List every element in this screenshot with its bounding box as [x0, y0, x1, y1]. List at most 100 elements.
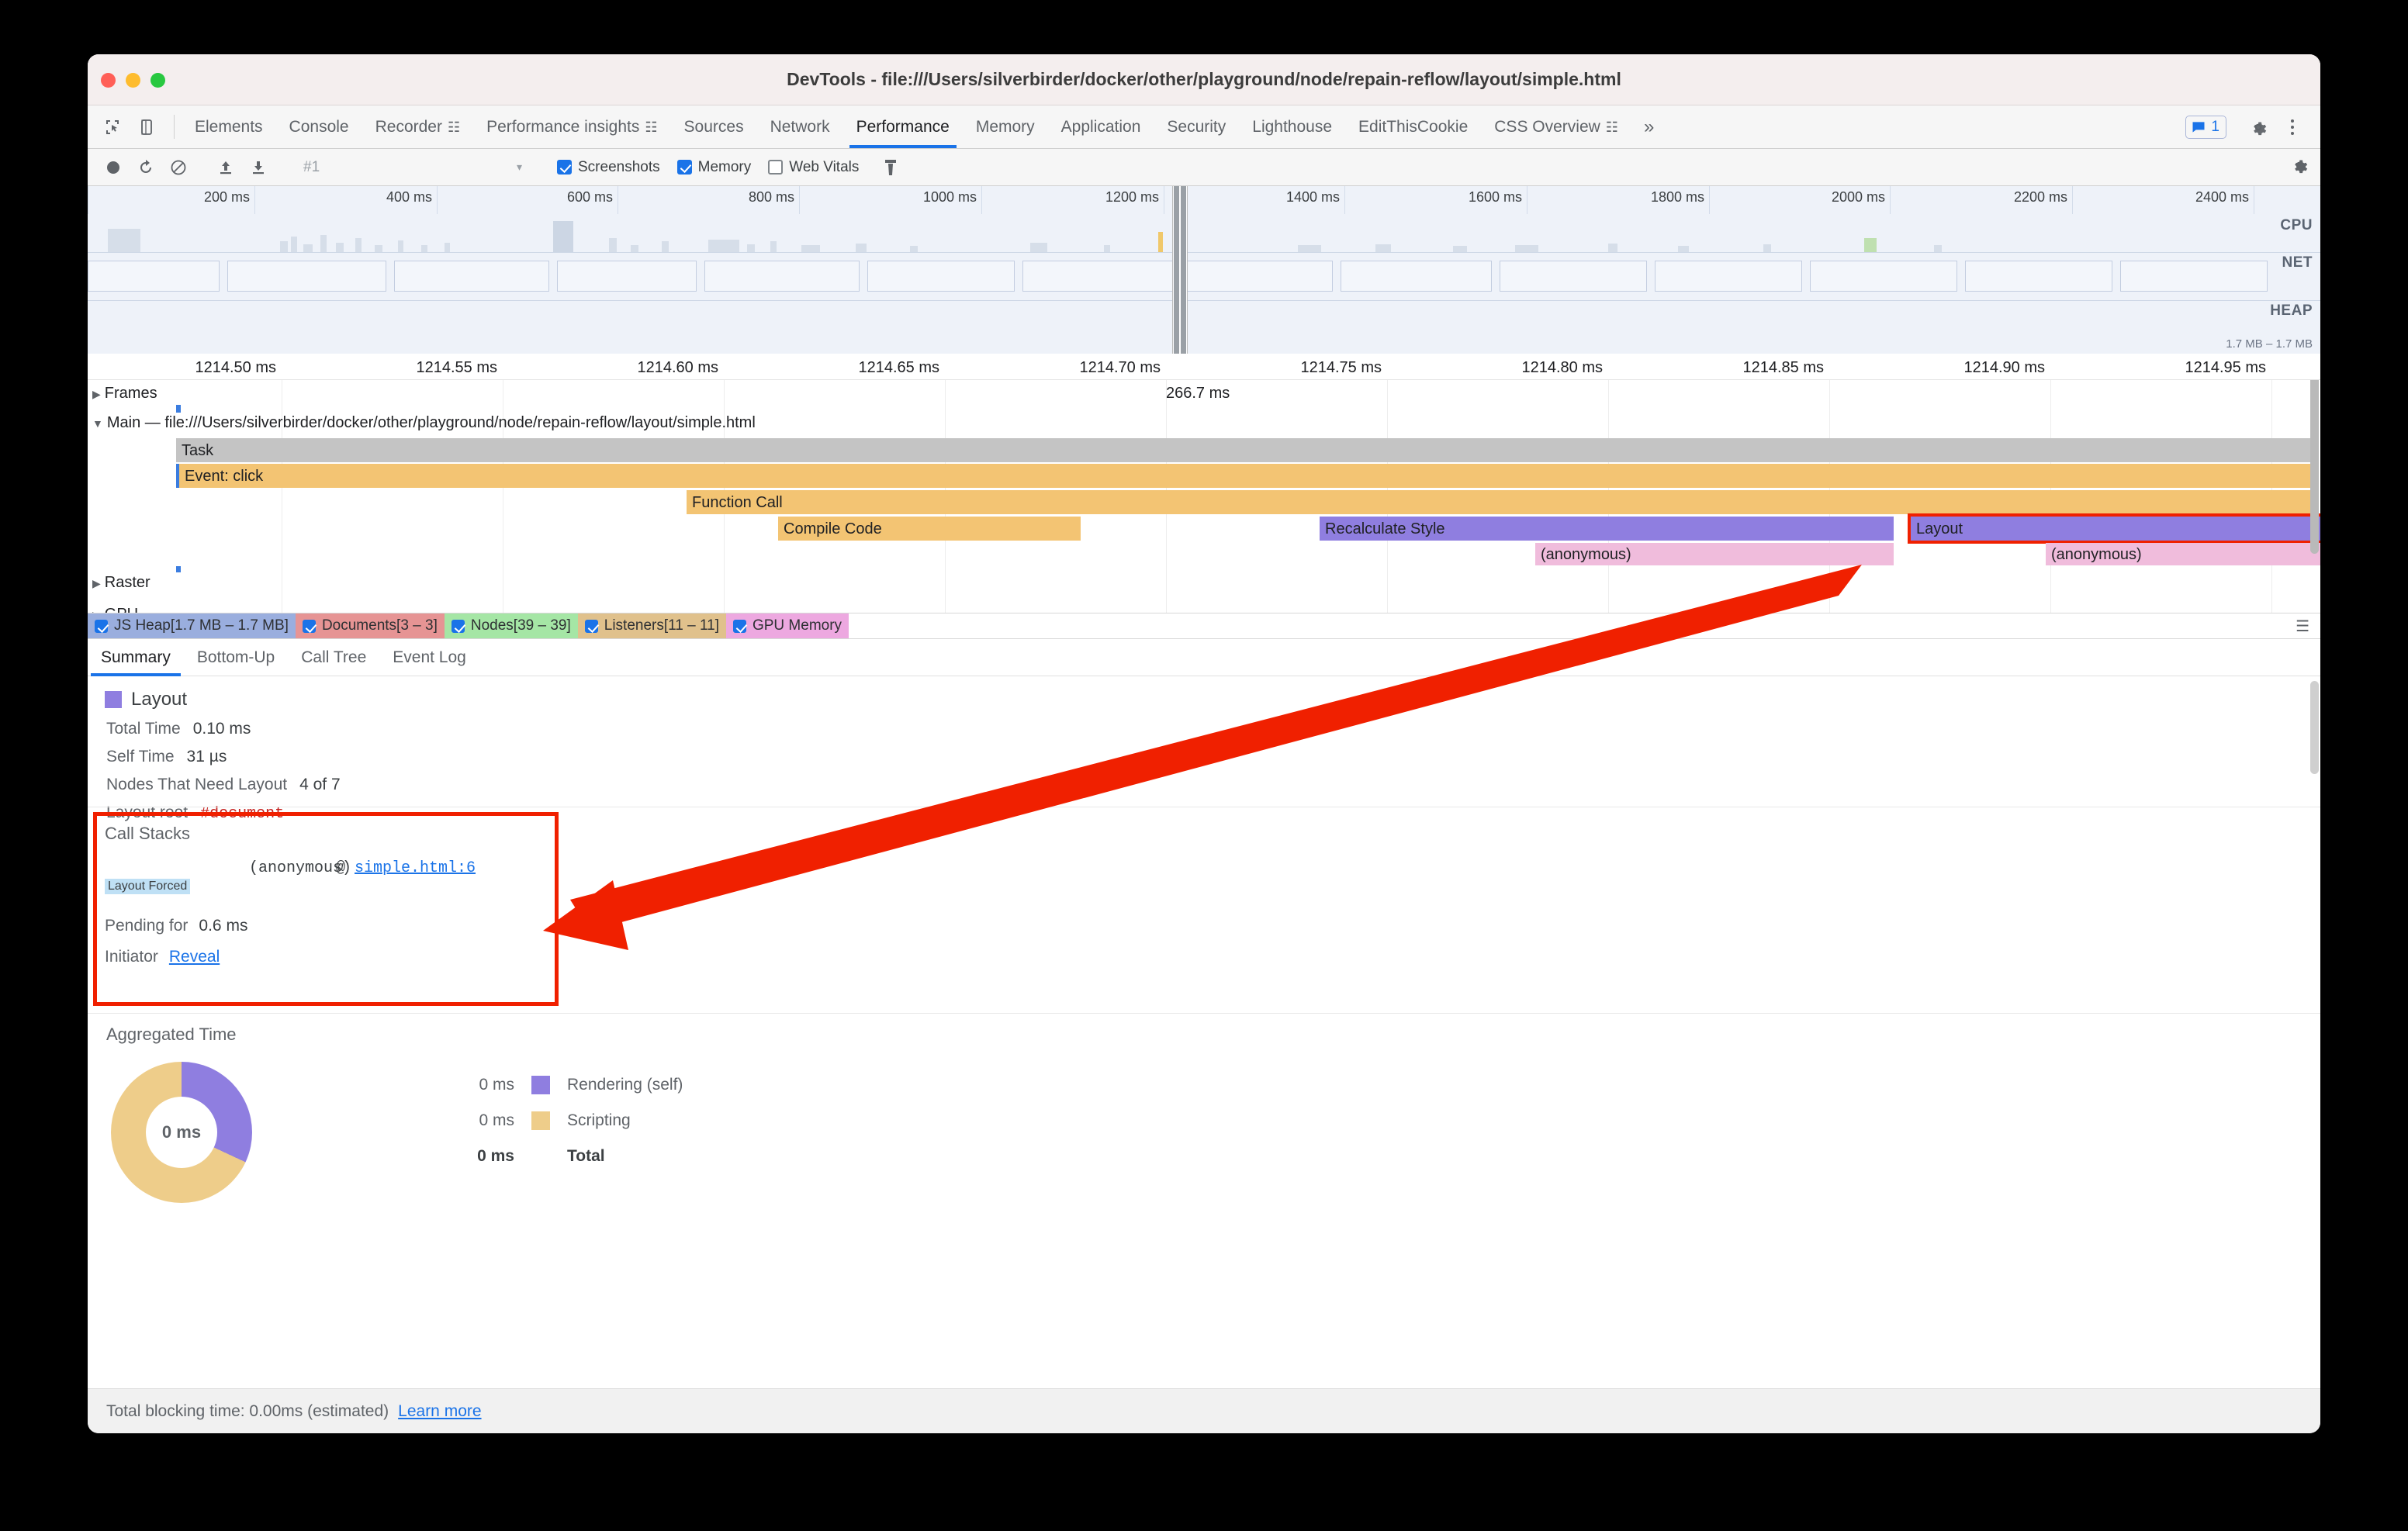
- counter-label: Listeners[11 – 11]: [604, 617, 719, 634]
- flame-bar-task[interactable]: Task: [176, 438, 2317, 462]
- tab-security[interactable]: Security: [1154, 105, 1239, 148]
- experiment-flask-icon: ☷: [447, 119, 461, 135]
- capture-options: Screenshots Memory Web Vitals: [557, 153, 905, 182]
- tab-label: Performance insights: [486, 117, 640, 136]
- tab-editthiscookie[interactable]: EditThisCookie: [1345, 105, 1481, 148]
- timeline-overview[interactable]: 200 ms 400 ms 600 ms 800 ms 1000 ms 1200…: [88, 186, 2320, 354]
- chevron-right-icon: ▶: [92, 609, 101, 613]
- tab-network[interactable]: Network: [757, 105, 843, 148]
- flame-bar-compile-code[interactable]: Compile Code: [778, 517, 1081, 541]
- device-toolbar-icon[interactable]: [133, 113, 161, 141]
- flame-bar-event-click[interactable]: Event: click: [179, 464, 2317, 488]
- more-tabs-chevron-icon[interactable]: »: [1631, 105, 1666, 148]
- tab-label: Lighthouse: [1252, 117, 1333, 136]
- legend-swatch: [531, 1076, 550, 1094]
- counter-js-heap[interactable]: JS Heap[1.7 MB – 1.7 MB]: [88, 613, 296, 638]
- trash-icon[interactable]: [876, 153, 905, 182]
- tab-console[interactable]: Console: [276, 105, 362, 148]
- layout-forced-badge: Layout Forced: [105, 879, 191, 894]
- kebab-menu-icon[interactable]: [2277, 112, 2308, 143]
- tab-css-overview[interactable]: CSS Overview ☷: [1481, 105, 1631, 148]
- flame-bar-anonymous[interactable]: (anonymous): [1535, 543, 1894, 565]
- row-key: Total Time: [106, 720, 181, 738]
- track-selection-edge: [176, 566, 181, 572]
- messages-icon: [2192, 121, 2205, 133]
- track-main[interactable]: ▼ Main — file:///Users/silverbirder/docke…: [92, 414, 756, 432]
- counter-nodes[interactable]: Nodes[39 – 39]: [444, 613, 578, 638]
- window-title: DevTools - file:///Users/silverbirder/do…: [787, 69, 1621, 89]
- tab-event-log[interactable]: Event Log: [379, 639, 479, 676]
- tab-elements[interactable]: Elements: [182, 105, 276, 148]
- divider: [174, 115, 175, 139]
- counters-menu-icon[interactable]: ☰: [2285, 613, 2320, 638]
- track-frames[interactable]: ▶ Frames: [92, 385, 157, 403]
- initiator-reveal-link[interactable]: Reveal: [169, 948, 220, 966]
- counter-listeners[interactable]: Listeners[11 – 11]: [577, 613, 726, 638]
- reload-and-record-icon[interactable]: [131, 153, 161, 182]
- tab-recorder[interactable]: Recorder ☷: [362, 105, 474, 148]
- upload-profile-icon[interactable]: [211, 153, 240, 182]
- capture-settings-icon[interactable]: [2289, 155, 2320, 179]
- legend-value: 0 ms: [479, 1076, 514, 1094]
- download-profile-icon[interactable]: [244, 153, 273, 182]
- flame-bar-label: Event: click: [185, 467, 264, 485]
- checkbox-box: [676, 160, 692, 175]
- counter-gpu-memory[interactable]: GPU Memory: [725, 613, 849, 638]
- learn-more-link[interactable]: Learn more: [398, 1402, 481, 1421]
- aggregated-time-section: Aggregated Time 0 ms 0 ms Rendering (sel…: [88, 1014, 2320, 1203]
- ruler-tick: 1214.60 ms: [637, 359, 718, 376]
- track-raster[interactable]: ▶ Raster: [92, 574, 150, 592]
- tab-lighthouse[interactable]: Lighthouse: [1239, 105, 1345, 148]
- checkbox-web-vitals[interactable]: Web Vitals: [768, 159, 859, 176]
- row-value: 4 of 7: [299, 776, 341, 793]
- track-gpu[interactable]: ▶ GPU: [92, 606, 138, 613]
- overview-heap-band: HEAP 1.7 MB – 1.7 MB: [88, 301, 2320, 354]
- flame-bar-label: Function Call: [692, 493, 783, 511]
- experiment-flask-icon: ☷: [645, 119, 658, 135]
- summary-event-header: Layout: [88, 676, 2320, 710]
- ruler-tick: 1214.85 ms: [1742, 359, 1824, 376]
- flame-bar-anonymous[interactable]: (anonymous): [2046, 543, 2320, 565]
- overview-tick: 800 ms: [748, 189, 794, 205]
- counter-label: JS Heap[1.7 MB – 1.7 MB]: [114, 617, 289, 634]
- summary-panel: Layout Total Time 0.10 ms Self Time 31 µ…: [88, 676, 2320, 1203]
- inspect-icon[interactable]: [99, 113, 126, 141]
- messages-badge[interactable]: 1: [2185, 115, 2226, 139]
- tab-sources[interactable]: Sources: [671, 105, 757, 148]
- counter-label: GPU Memory: [752, 617, 842, 634]
- tab-performance[interactable]: Performance: [843, 105, 963, 148]
- tab-label: Event Log: [393, 648, 466, 666]
- tab-summary[interactable]: Summary: [88, 639, 184, 676]
- clear-icon[interactable]: [164, 153, 193, 182]
- profile-select[interactable]: #1 ▾: [296, 154, 528, 181]
- overview-tick: 2400 ms: [2195, 189, 2249, 205]
- tab-application[interactable]: Application: [1048, 105, 1154, 148]
- performance-toolbar: #1 ▾ Screenshots Memory Web Vitals: [88, 149, 2320, 186]
- stack-frame-link[interactable]: simple.html:6: [355, 859, 476, 877]
- checkbox-screenshots[interactable]: Screenshots: [557, 159, 660, 176]
- devtools-tab-strip: Elements Console Recorder ☷ Performance i…: [88, 105, 2320, 149]
- tab-memory[interactable]: Memory: [963, 105, 1048, 148]
- gear-icon[interactable]: [2243, 112, 2274, 143]
- tab-call-tree[interactable]: Call Tree: [288, 639, 379, 676]
- tab-label: Security: [1167, 117, 1226, 136]
- overview-window-handle[interactable]: [1172, 186, 1188, 354]
- flame-chart-scrollbar[interactable]: [2310, 380, 2319, 554]
- flame-bar-function-call[interactable]: Function Call: [687, 490, 2317, 514]
- checkbox-memory[interactable]: Memory: [676, 159, 751, 176]
- tab-performance-insights[interactable]: Performance insights ☷: [473, 105, 670, 148]
- checkbox-box: [557, 160, 572, 175]
- tab-label: Console: [289, 117, 349, 136]
- legend-label: Rendering (self): [567, 1076, 683, 1094]
- flame-bar-recalculate-style[interactable]: Recalculate Style: [1320, 517, 1894, 541]
- track-label: Raster: [104, 574, 150, 591]
- flame-chart[interactable]: ▶ Frames 266.7 ms ▼ Main — file:///Users/s…: [88, 380, 2320, 613]
- overview-tick: 2000 ms: [1831, 189, 1885, 205]
- record-icon[interactable]: [99, 153, 128, 182]
- summary-scrollbar[interactable]: [2310, 681, 2319, 774]
- band-label-heap: HEAP: [2270, 302, 2313, 319]
- tab-list: Elements Console Recorder ☷ Performance i…: [182, 105, 1666, 148]
- tab-bottom-up[interactable]: Bottom-Up: [184, 639, 288, 676]
- counter-documents[interactable]: Documents[3 – 3]: [295, 613, 445, 638]
- row-key: Initiator: [105, 948, 158, 966]
